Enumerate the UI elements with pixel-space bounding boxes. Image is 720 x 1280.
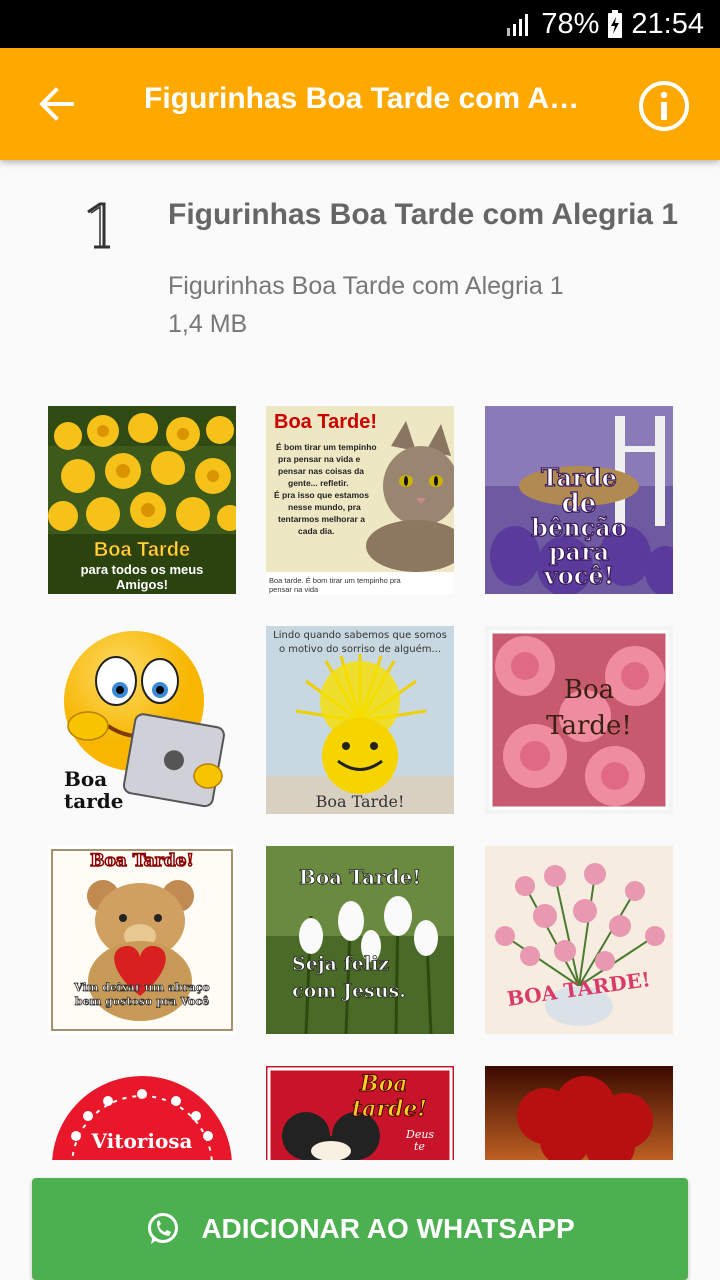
battery-charging-icon [608,10,623,38]
sticker-snowdrops[interactable]: Boa Tarde! Seja feliz com Jesus. [266,846,454,1034]
sticker-text: nesse mundo, pra [288,502,361,512]
sticker-smiley-flower[interactable]: Lindo quando sabemos que somos o motivo … [266,626,454,814]
status-right: 78% 21:54 [505,6,704,42]
clock: 21:54 [631,7,704,40]
sticker-text: Vim deixar um abraço [73,981,209,994]
sticker-text: Boa Tarde! [316,792,405,811]
pack-number-icon [87,202,110,249]
info-button[interactable] [636,78,692,134]
sticker-text: Tarde! [546,711,632,741]
sticker-red-tree-sunset[interactable] [485,1066,673,1160]
sticker-text: Boa Tarde [94,539,190,561]
sticker-text: tarde [64,789,123,813]
add-to-whatsapp-button[interactable]: ADICIONAR AO WHATSAPP [32,1178,688,1280]
pack-subtitle: Figurinhas Boa Tarde com Alegria 1 [168,272,564,300]
sticker-cat[interactable]: Boa Tarde! É bom tirar um tempinho pra p… [266,406,454,594]
app-bar: Figurinhas Boa Tarde com Al… [0,48,720,160]
battery-percent: 78% [541,7,600,40]
sticker-text: Tarde [541,463,617,492]
sticker-text: para todos os meus [81,562,204,577]
sticker-text: tentarmos melhorar a [278,514,365,524]
arrow-back-icon [39,87,74,121]
sticker-teddy-bear[interactable]: Boa Tarde! Vim deixar um abraço bem gost… [48,846,236,1034]
add-to-whatsapp-label: ADICIONAR AO WHATSAPP [201,1213,575,1244]
sticker-text: Vitoriosa [90,1129,192,1153]
sticker-text: bem gostoso pra Você [75,995,209,1008]
sticker-caption: pensar na vida [269,585,319,594]
sticker-emoji-tablet[interactable]: Boa tarde [48,626,236,814]
sticker-text: cada dia. [298,526,334,536]
sticker-text: te [414,1140,425,1153]
sticker-pink-bouquet[interactable]: BOA TARDE! [485,846,673,1034]
sticker-text: pensar nas coisas da [278,466,364,476]
pack-title: Figurinhas Boa Tarde com Alegria 1 [168,198,679,231]
sticker-text: Boa Tarde! [274,411,377,433]
sticker-text: Boa [564,675,614,705]
sticker-minnie[interactable]: Boa tarde! Deus te [266,1066,454,1160]
sticker-text: o motivo do sorriso de alguém... [279,643,441,655]
app-bar-title: Figurinhas Boa Tarde com Al… [144,82,584,115]
sticker-text: Boa [64,767,107,791]
sticker-text: pra pensar na vida e [278,454,360,464]
whatsapp-icon [148,1213,179,1244]
sticker-text: Seja feliz [292,953,389,975]
sticker-vitoriosa[interactable]: Vitoriosa [48,1066,236,1160]
sticker-text: Boa Tarde! [299,865,421,889]
sticker-text: É bom tirar um tempinho [276,442,377,452]
sticker-text: Boa Tarde! [90,851,194,871]
sticker-grid: Boa Tarde para todos os meus Amigos! Boa… [0,406,720,1160]
sticker-yellow-roses[interactable]: Boa Tarde para todos os meus Amigos! [48,406,236,594]
sticker-text: gente... refletir. [288,478,348,488]
sticker-text: você! [543,561,614,590]
sticker-text: com Jesus. [292,980,406,1002]
back-button[interactable] [28,76,84,132]
sticker-lavender[interactable]: Tarde de bênção para você! [485,406,673,594]
signal-icon [507,14,529,36]
sticker-caption: Boa tarde. É bom tirar um tempinho pra [269,576,402,585]
sticker-pink-roses[interactable]: Boa Tarde! [485,626,673,814]
info-icon [639,81,689,131]
sticker-text: É pra isso que estamos [274,490,369,500]
sticker-text: Boa [359,1071,408,1097]
sticker-text: tarde! [352,1096,427,1122]
sticker-text: Amigos! [116,577,168,592]
pack-size: 1,4 MB [168,310,248,338]
status-bar: 78% 21:54 [0,0,720,48]
sticker-text: Lindo quando sabemos que somos [273,630,447,641]
